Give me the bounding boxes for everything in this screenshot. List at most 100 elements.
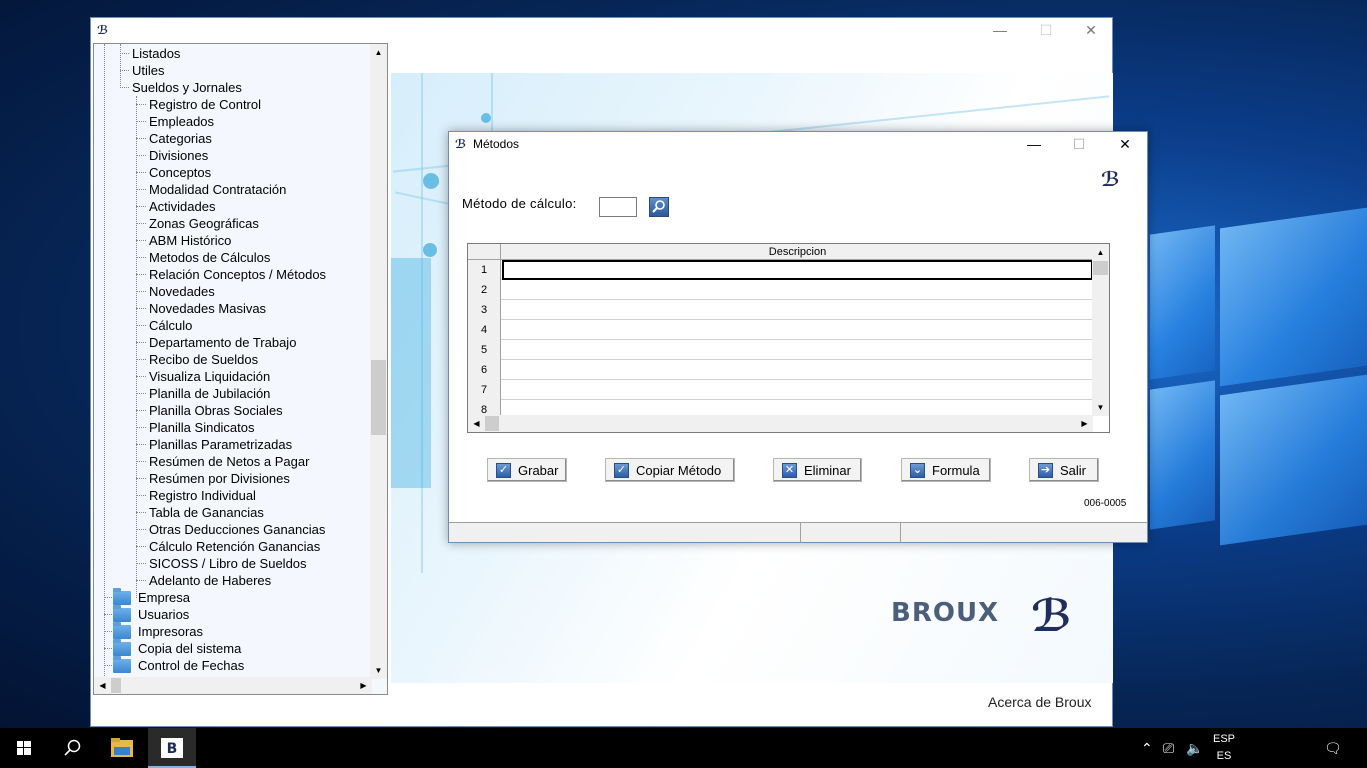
tree-item-label: Impresoras	[138, 624, 204, 639]
tree-item-label: Empresa	[138, 590, 191, 605]
scroll-left-arrow-icon[interactable]: ◀	[94, 677, 111, 694]
calc-method-label: Método de cálculo:	[462, 196, 577, 211]
row-number[interactable]: 2	[468, 280, 501, 300]
row-number[interactable]: 7	[468, 380, 501, 400]
description-cell[interactable]	[502, 320, 1093, 340]
tree-item-label: Novedades Masivas	[149, 301, 267, 316]
scroll-thumb[interactable]	[371, 360, 386, 435]
description-cell[interactable]	[502, 300, 1093, 320]
tree-item-label: Novedades	[149, 284, 215, 299]
table-row[interactable]: 2	[468, 280, 1093, 300]
dialog-maximize-button[interactable]: ☐	[1056, 132, 1102, 158]
tree-item-label: Sueldos y Jornales	[132, 80, 242, 95]
tree-item-label: Departamento de Trabajo	[149, 335, 297, 350]
about-broux-link[interactable]: Acerca de Broux	[988, 694, 1092, 710]
grid-vertical-scrollbar[interactable]: ▲ ▼	[1092, 244, 1109, 416]
grid-horizontal-scrollbar[interactable]: ◀ ▶	[468, 415, 1093, 432]
scroll-right-arrow-icon[interactable]: ▶	[355, 677, 372, 694]
language-indicator-top[interactable]: ESP	[1211, 733, 1237, 745]
copiar-metodo-button[interactable]: ✓ Copiar Método	[605, 458, 735, 482]
status-segment-1	[449, 523, 801, 543]
tree-item-label: Zonas Geográficas	[149, 216, 259, 231]
description-cell[interactable]	[502, 340, 1093, 360]
grid-scroll-right-icon[interactable]: ▶	[1076, 415, 1093, 432]
broux-taskbar-button[interactable]: B	[148, 728, 196, 768]
calc-method-input[interactable]	[599, 197, 637, 217]
table-row[interactable]: 3	[468, 300, 1093, 320]
chevron-up-icon[interactable]: ⌃	[1141, 740, 1153, 757]
notification-icon[interactable]: 🗨	[1324, 740, 1342, 757]
folder-icon	[113, 622, 131, 639]
row-number[interactable]: 6	[468, 360, 501, 380]
row-number[interactable]: 4	[468, 320, 501, 340]
minimize-button[interactable]: —	[977, 18, 1023, 43]
grid-scroll-thumb[interactable]	[1093, 261, 1108, 275]
grabar-label: Grabar	[518, 463, 559, 478]
tree-item[interactable]: Listados	[94, 45, 372, 62]
description-grid[interactable]: Descripcion 12345678 ▲ ▼ ◀ ▶	[467, 243, 1110, 433]
table-row[interactable]: 6	[468, 360, 1093, 380]
scroll-down-arrow-icon[interactable]: ▼	[370, 662, 387, 679]
tree-item[interactable]: Control de Fechas	[94, 656, 372, 674]
tree-guide-line	[104, 44, 105, 684]
table-row[interactable]: 7	[468, 380, 1093, 400]
eliminar-label: Eliminar	[804, 463, 851, 478]
dialog-close-button[interactable]: ✕	[1102, 132, 1148, 158]
status-bar	[449, 522, 1147, 543]
tree-item-label: Control de Fechas	[138, 658, 245, 673]
tree-item[interactable]: Usuarios	[94, 605, 372, 623]
tree-item[interactable]: Sueldos y Jornales	[94, 79, 372, 96]
row-number[interactable]: 5	[468, 340, 501, 360]
grid-scroll-down-icon[interactable]: ▼	[1092, 399, 1109, 416]
broux-logo-text: BROUX	[891, 598, 1000, 628]
file-explorer-button[interactable]	[98, 728, 146, 768]
dialog-app-icon: ℬ	[455, 137, 467, 151]
tree-item[interactable]: Utiles	[94, 62, 372, 79]
tree-guide-line	[120, 44, 121, 88]
description-cell[interactable]	[502, 360, 1093, 380]
search-icon[interactable]	[649, 197, 669, 217]
h-scroll-thumb[interactable]	[111, 678, 121, 693]
folder-icon	[113, 656, 131, 673]
row-number[interactable]: 3	[468, 300, 501, 320]
tree-item[interactable]: Impresoras	[94, 622, 372, 640]
tree-vertical-scrollbar[interactable]: ▲ ▼	[370, 44, 387, 679]
table-row[interactable]: 4	[468, 320, 1093, 340]
tree-item-label: Visualiza Liquidación	[149, 369, 271, 384]
close-button[interactable]: ✕	[1068, 18, 1114, 43]
table-row[interactable]: 5	[468, 340, 1093, 360]
navigation-tree[interactable]: Listados Utiles Sueldos y Jornales Registro…	[93, 43, 388, 695]
tree-horizontal-scrollbar[interactable]: ◀ ▶	[94, 677, 372, 694]
salir-button[interactable]: ➔ Salir	[1029, 458, 1099, 482]
description-cell[interactable]	[502, 380, 1093, 400]
tree-item-label: Planillas Parametrizadas	[149, 437, 293, 452]
grid-column-header[interactable]: Descripcion	[502, 244, 1093, 260]
search-icon	[64, 739, 81, 756]
grid-scroll-left-icon[interactable]: ◀	[468, 415, 485, 432]
search-taskbar-button[interactable]	[48, 728, 96, 768]
folder-icon	[113, 588, 131, 605]
tree-item-label: Registro Individual	[149, 488, 256, 503]
grabar-button[interactable]: ✓ Grabar	[487, 458, 567, 482]
volume-icon[interactable]: 🔈	[1186, 740, 1203, 757]
row-number[interactable]: 1	[468, 260, 501, 280]
formula-button[interactable]: ⌄ Formula	[901, 458, 991, 482]
description-cell[interactable]	[502, 280, 1093, 300]
eliminar-button[interactable]: ✕ Eliminar	[773, 458, 862, 482]
folder-icon	[113, 605, 131, 622]
grid-scroll-up-icon[interactable]: ▲	[1092, 244, 1109, 261]
grid-h-scroll-thumb[interactable]	[485, 416, 499, 431]
description-cell[interactable]	[502, 260, 1093, 280]
network-icon[interactable]: ⎚	[1163, 740, 1174, 757]
maximize-button[interactable]: ☐	[1023, 18, 1069, 43]
scroll-up-arrow-icon[interactable]: ▲	[370, 44, 387, 61]
tree-item-label: Planilla de Jubilación	[149, 386, 271, 401]
dialog-minimize-button[interactable]: —	[1011, 132, 1057, 158]
exit-arrow-icon: ➔	[1038, 463, 1053, 478]
tree-item-label: Tabla de Ganancias	[149, 505, 264, 520]
table-row[interactable]: 1	[468, 260, 1093, 280]
start-button[interactable]	[0, 728, 48, 768]
language-indicator-bottom[interactable]: ES	[1211, 750, 1237, 762]
formula-label: Formula	[932, 463, 980, 478]
tree-item[interactable]: Copia del sistema	[94, 639, 372, 657]
